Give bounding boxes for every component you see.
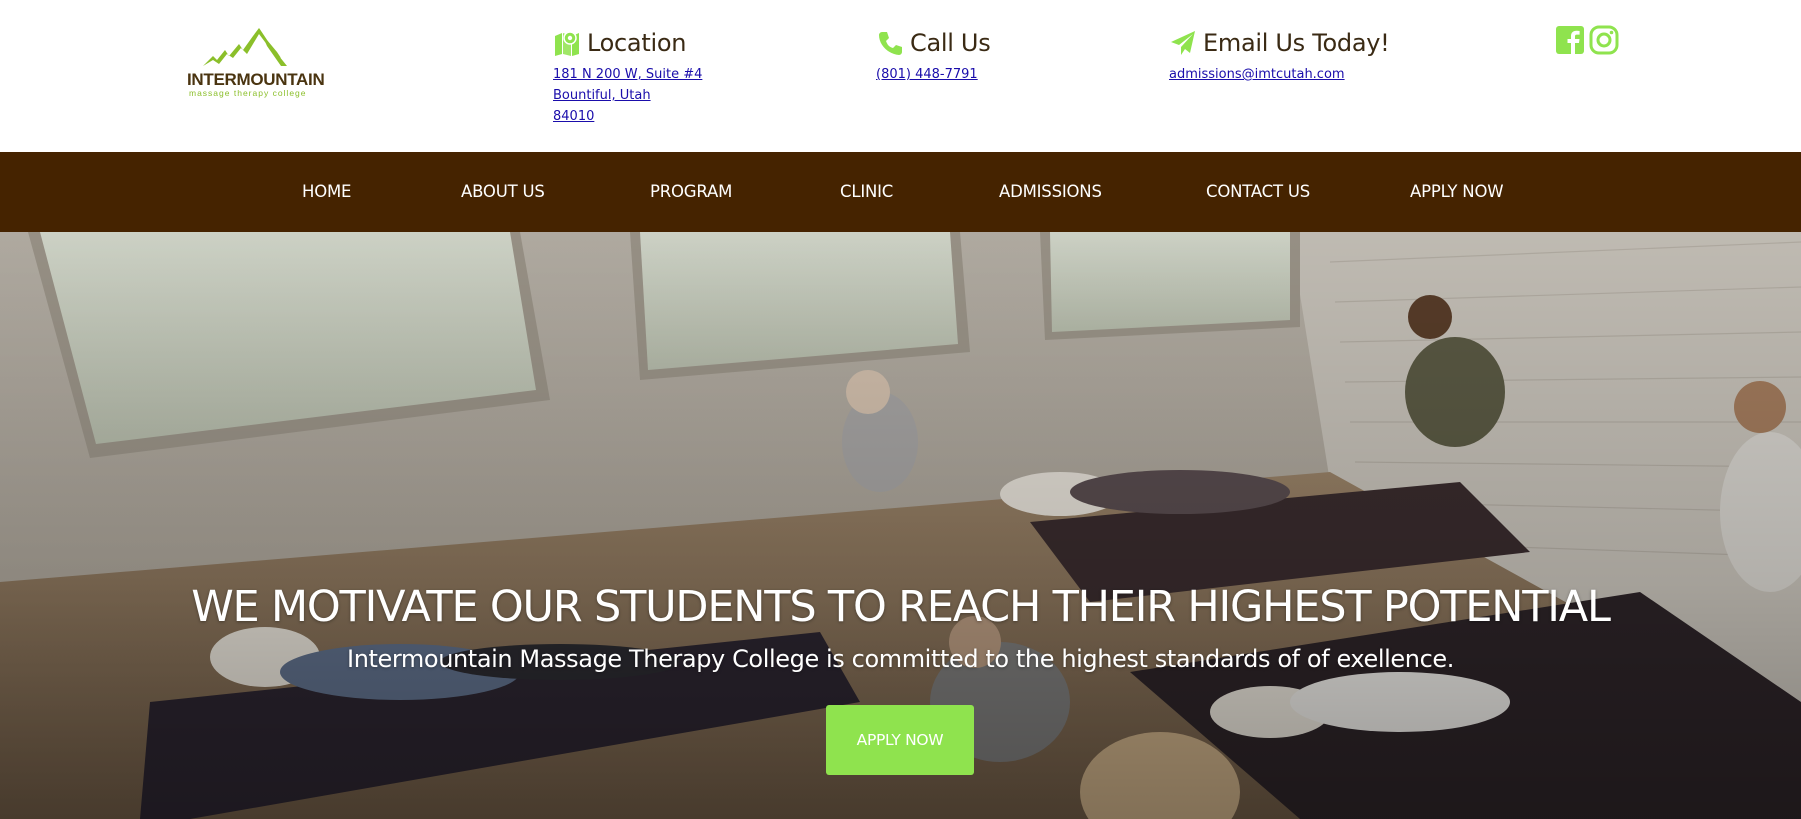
facebook-icon[interactable] — [1555, 25, 1585, 55]
hero-title: WE MOTIVATE OUR STUDENTS TO REACH THEIR … — [191, 582, 1611, 632]
site-header: INTERMOUNTAIN massage therapy college Lo… — [0, 0, 1801, 152]
main-nav: HOME ABOUT US PROGRAM CLINIC ADMISSIONS … — [0, 152, 1801, 232]
location-title: Location — [587, 29, 687, 57]
hero-apply-now-button[interactable]: APPLY NOW — [826, 705, 974, 775]
hero-section: WE MOTIVATE OUR STUDENTS TO REACH THEIR … — [0, 232, 1801, 819]
phone-link[interactable]: (801) 448-7791 — [876, 64, 990, 85]
nav-item-apply-now[interactable]: APPLY NOW — [1410, 152, 1504, 232]
phone-icon — [876, 29, 904, 57]
mountain-logo-icon — [203, 28, 287, 66]
hero-subtitle: Intermountain Massage Therapy College is… — [347, 645, 1454, 673]
nav-item-about-us[interactable]: ABOUT US — [461, 152, 545, 232]
address-line-2-link[interactable]: Bountiful, Utah — [553, 85, 702, 106]
email-block: Email Us Today! admissions@imtcutah.com — [1169, 26, 1390, 85]
nav-item-home[interactable]: HOME — [302, 152, 351, 232]
instagram-icon[interactable] — [1589, 25, 1619, 55]
brand-logo[interactable]: INTERMOUNTAIN massage therapy college — [185, 24, 325, 100]
email-title: Email Us Today! — [1203, 29, 1390, 57]
email-link[interactable]: admissions@imtcutah.com — [1169, 64, 1389, 85]
address-line-1-link[interactable]: 181 N 200 W, Suite #4 — [553, 64, 702, 85]
nav-item-contact-us[interactable]: CONTACT US — [1206, 152, 1310, 232]
location-block: Location 181 N 200 W, Suite #4 Bountiful… — [553, 26, 702, 127]
logo-tagline: massage therapy college — [189, 88, 307, 98]
call-title: Call Us — [910, 29, 991, 57]
nav-item-clinic[interactable]: CLINIC — [840, 152, 893, 232]
nav-item-program[interactable]: PROGRAM — [650, 152, 732, 232]
nav-item-admissions[interactable]: ADMISSIONS — [999, 152, 1102, 232]
address-line-3-link[interactable]: 84010 — [553, 106, 702, 127]
map-icon — [553, 29, 581, 57]
logo-wordmark: INTERMOUNTAIN — [187, 70, 325, 89]
call-block: Call Us (801) 448-7791 — [876, 26, 991, 85]
paper-plane-icon — [1169, 29, 1197, 57]
social-links — [1555, 25, 1619, 55]
